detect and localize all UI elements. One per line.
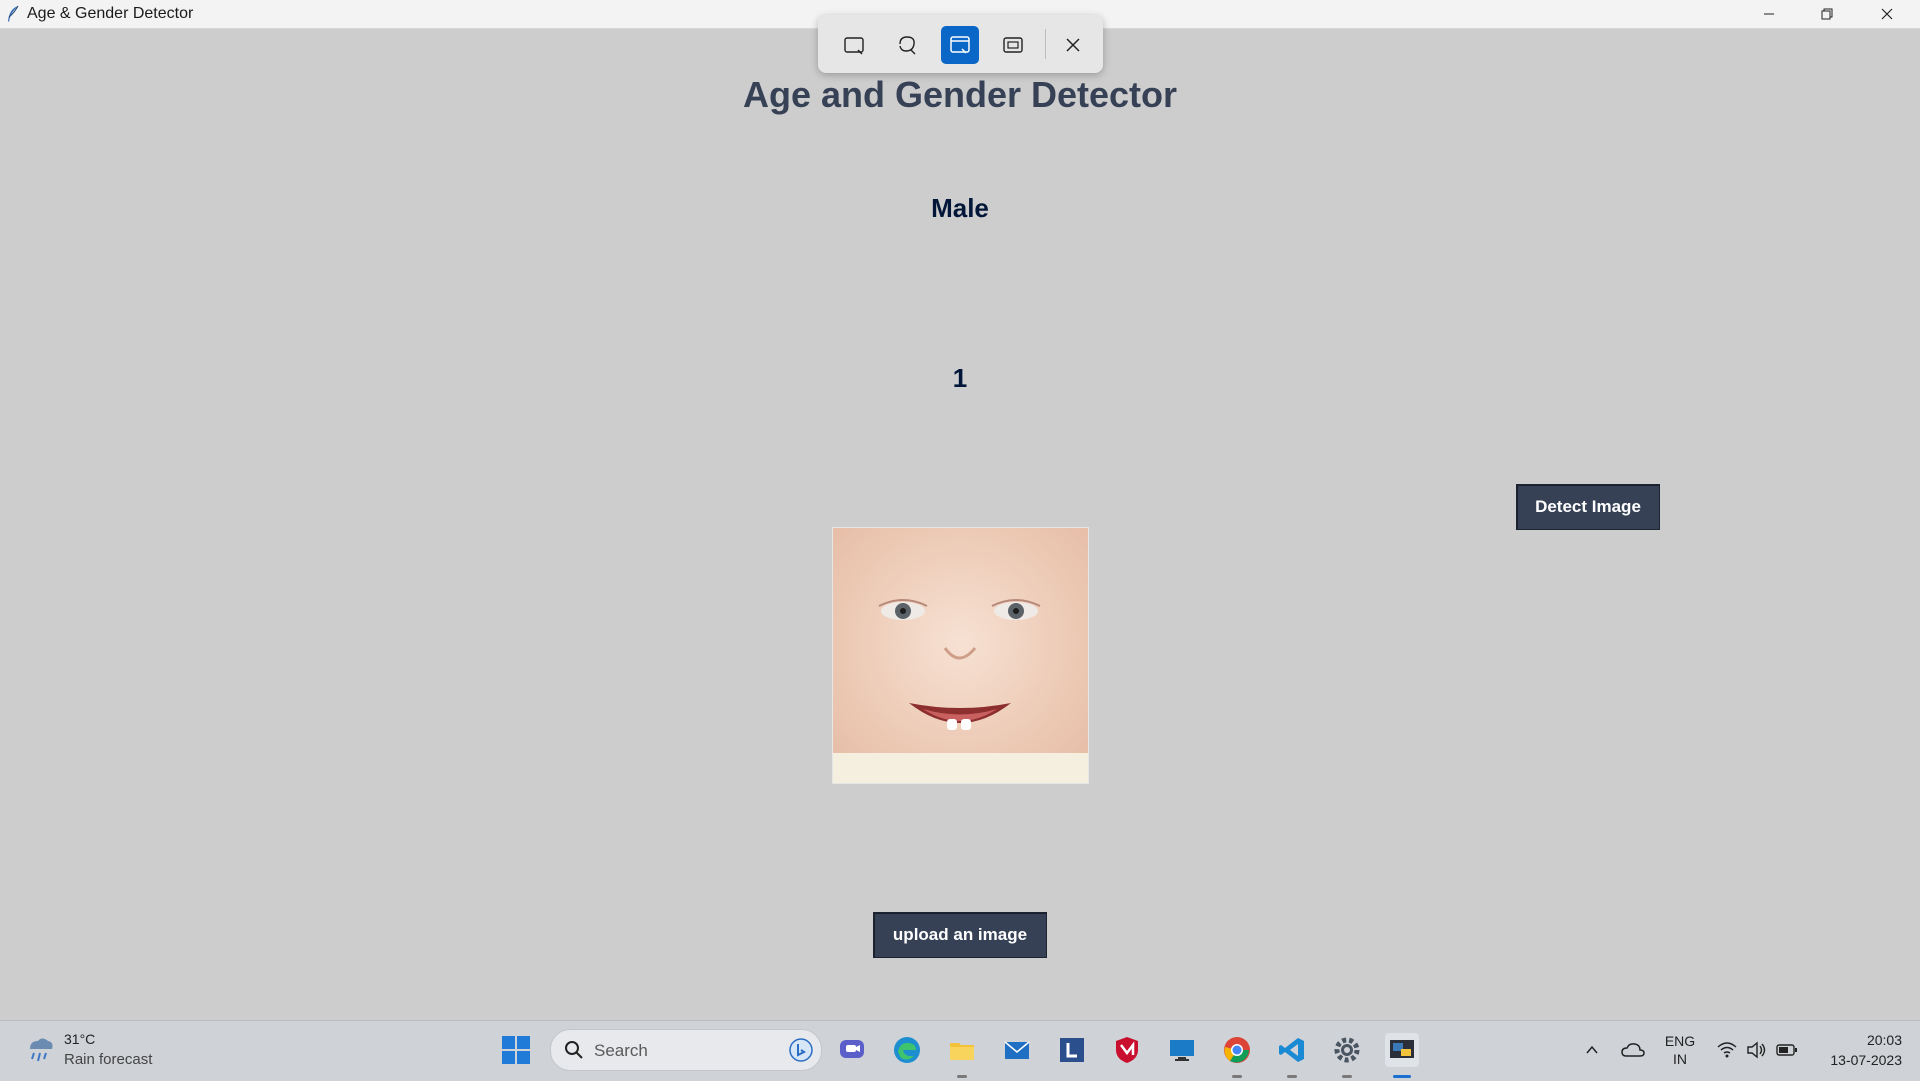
baby-face-image <box>833 528 1088 783</box>
active-indicator <box>1393 1075 1411 1078</box>
network-button[interactable] <box>1710 1033 1744 1067</box>
cloud-icon <box>1621 1043 1645 1057</box>
rectangle-snip-icon <box>844 37 864 55</box>
freeform-snip-button[interactable] <box>888 26 926 64</box>
running-indicator <box>1232 1075 1242 1078</box>
gear-icon <box>1334 1037 1360 1063</box>
remote-desktop-button[interactable] <box>1165 1033 1199 1067</box>
window-title: Age & Gender Detector <box>27 5 194 22</box>
chrome-browser-icon <box>1224 1037 1250 1063</box>
teams-chat-button[interactable] <box>835 1033 869 1067</box>
monitor-icon <box>1170 1040 1194 1061</box>
fullscreen-snip-icon <box>1003 37 1023 53</box>
mail-button[interactable] <box>1000 1033 1034 1067</box>
weather-description: Rain forecast <box>64 1051 153 1068</box>
file-explorer-button[interactable] <box>945 1033 979 1067</box>
app-l-button[interactable] <box>1055 1033 1089 1067</box>
bing-chat-icon <box>789 1038 813 1062</box>
freeform-snip-icon <box>899 36 916 55</box>
weather-temperature: 31°C <box>64 1031 96 1047</box>
minimize-icon <box>1764 13 1774 15</box>
search-placeholder: Search <box>594 1041 648 1060</box>
clock-time[interactable]: 20:03 <box>1867 1032 1902 1048</box>
minimize-button[interactable] <box>1740 0 1798 28</box>
rectangle-snip-button[interactable] <box>835 26 873 64</box>
close-snip-button[interactable] <box>1054 26 1092 64</box>
restore-icon <box>1821 8 1833 20</box>
language-indicator[interactable]: ENG IN <box>1658 1033 1702 1067</box>
upload-image-button[interactable]: upload an image <box>873 912 1047 958</box>
window-snip-button[interactable] <box>941 26 979 64</box>
edge-button[interactable] <box>890 1033 924 1067</box>
gender-result: Male <box>931 193 989 223</box>
restore-button[interactable] <box>1798 0 1856 28</box>
app-heading: Age and Gender Detector <box>742 74 1178 115</box>
close-icon <box>1066 38 1080 52</box>
uploaded-image <box>832 527 1089 784</box>
vscode-icon <box>1279 1038 1304 1062</box>
teams-chat-icon <box>840 1040 864 1058</box>
running-indicator <box>1287 1075 1297 1078</box>
detect-image-button[interactable]: Detect Image <box>1516 484 1660 530</box>
region-code: IN <box>1673 1051 1687 1067</box>
snipping-toolbar <box>818 15 1103 73</box>
chevron-up-icon <box>1586 1045 1598 1054</box>
folder-icon <box>950 1043 974 1060</box>
python-app-button[interactable] <box>1385 1033 1419 1067</box>
chrome-button[interactable] <box>1220 1033 1254 1067</box>
volume-button[interactable] <box>1740 1033 1774 1067</box>
window-snip-icon <box>950 36 970 54</box>
taskbar: 31°C Rain forecast Search ENG IN 20:03 1… <box>0 1020 1920 1081</box>
show-hidden-icons-button[interactable] <box>1575 1033 1609 1067</box>
wifi-icon <box>1717 1042 1737 1058</box>
taskbar-search-box[interactable]: Search <box>550 1029 822 1071</box>
close-window-button[interactable] <box>1858 0 1916 28</box>
mcafee-button[interactable] <box>1110 1033 1144 1067</box>
battery-button[interactable] <box>1770 1033 1804 1067</box>
letter-l-app-icon <box>1060 1038 1084 1062</box>
app-canvas: Age and Gender Detector Male 1 Detect Im… <box>2 29 1918 1018</box>
mail-icon <box>1004 1041 1030 1059</box>
fullscreen-snip-button[interactable] <box>994 26 1032 64</box>
language-code: ENG <box>1664 1033 1696 1049</box>
windows-start-button[interactable] <box>499 1033 533 1067</box>
running-indicator <box>957 1075 967 1078</box>
onedrive-button[interactable] <box>1616 1033 1650 1067</box>
battery-icon <box>1776 1044 1797 1056</box>
feather-icon <box>8 5 19 22</box>
mcafee-shield-icon <box>1116 1037 1138 1063</box>
edge-browser-icon <box>894 1037 920 1063</box>
clock-date[interactable]: 13-07-2023 <box>1830 1052 1902 1068</box>
settings-button[interactable] <box>1330 1033 1364 1067</box>
speaker-icon <box>1747 1041 1766 1059</box>
rain-cloud-icon <box>30 1038 53 1062</box>
vscode-button[interactable] <box>1275 1033 1309 1067</box>
toolbar-divider <box>1045 29 1046 59</box>
python-app-icon <box>1390 1040 1414 1058</box>
search-icon <box>565 1041 583 1059</box>
running-indicator <box>1342 1075 1352 1078</box>
windows-logo-icon <box>502 1036 530 1064</box>
close-icon <box>1881 8 1893 20</box>
age-result: 1 <box>952 363 968 393</box>
